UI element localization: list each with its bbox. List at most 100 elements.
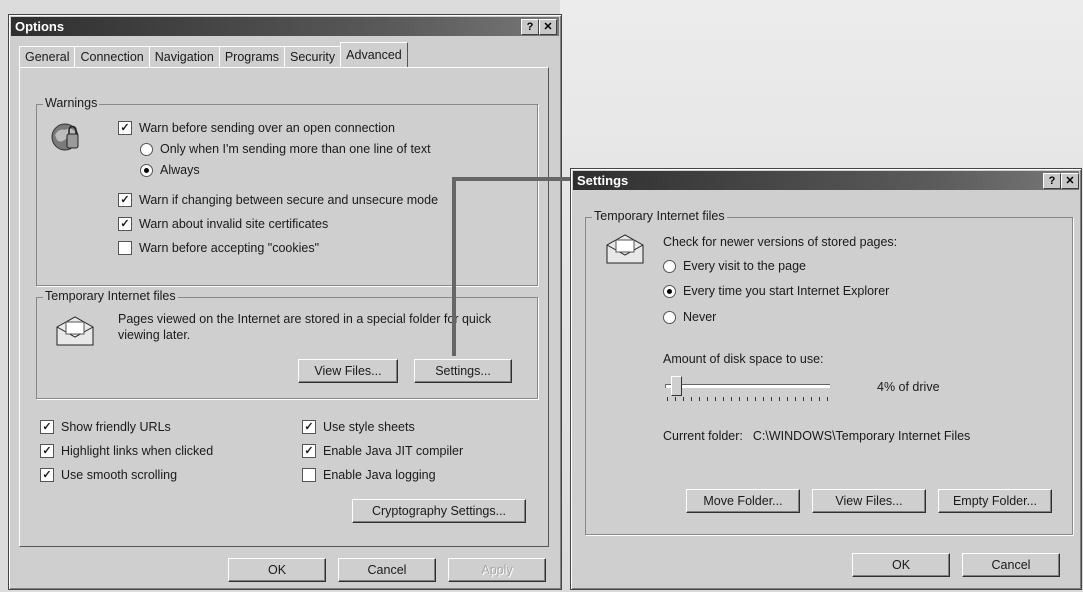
move-folder-button[interactable]: Move Folder... [686, 489, 800, 513]
friendly-urls-checkbox[interactable]: ✓ Show friendly URLs [40, 420, 171, 434]
checkbox[interactable]: ✓ [40, 444, 54, 458]
options-cancel-button[interactable]: Cancel [338, 558, 436, 582]
never-radio[interactable]: Never [663, 310, 716, 324]
help-icon[interactable]: ? [521, 19, 539, 35]
checkbox[interactable]: ✓ [40, 420, 54, 434]
settings-cancel-button[interactable]: Cancel [962, 553, 1060, 577]
radio[interactable] [140, 142, 153, 156]
disk-space-value: 4% of drive [877, 380, 940, 394]
radio[interactable] [663, 310, 676, 324]
always-label: Always [160, 163, 200, 177]
security-warning-icon [51, 123, 79, 151]
radio[interactable] [663, 284, 676, 298]
settings-view-files-button[interactable]: View Files... [812, 489, 926, 513]
folder-icon [606, 234, 644, 264]
disk-space-text: Amount of disk space to use: [663, 352, 824, 366]
options-cancel-label: Cancel [367, 563, 407, 577]
temp-files-description: Pages viewed on the Internet are stored … [118, 311, 528, 343]
close-icon[interactable]: ✕ [539, 19, 557, 35]
every-visit-radio[interactable]: Every visit to the page [663, 259, 806, 273]
empty-folder-button[interactable]: Empty Folder... [938, 489, 1052, 513]
never-label: Never [683, 310, 717, 324]
checkbox[interactable] [302, 468, 316, 482]
style-sheets-label: Use style sheets [323, 420, 415, 434]
every-visit-label: Every visit to the page [683, 259, 806, 273]
cryptography-settings-label: Cryptography Settings... [371, 504, 507, 518]
tab-programs[interactable]: Programs [218, 46, 285, 67]
view-files-button[interactable]: View Files... [298, 359, 398, 383]
settings-group-label: Temporary Internet files [592, 209, 727, 223]
radio[interactable] [663, 259, 676, 273]
java-jit-checkbox[interactable]: ✓ Enable Java JIT compiler [302, 444, 463, 458]
disk-space-track [665, 384, 830, 388]
disk-space-slider[interactable] [671, 376, 683, 396]
settings-dialog: Settings ? ✕ Temporary Internet files Ch… [570, 168, 1082, 590]
settings-button[interactable]: Settings... [414, 359, 512, 383]
settings-view-files-label: View Files... [835, 494, 903, 508]
disk-space-label: Amount of disk space to use: [663, 352, 824, 366]
tab-advanced[interactable]: Advanced [340, 42, 408, 67]
checkbox[interactable]: ✓ [40, 468, 54, 482]
warn-cookies-checkbox[interactable]: Warn before accepting "cookies" [118, 241, 319, 255]
settings-title: Settings [577, 173, 629, 188]
settings-temp-files-group: Temporary Internet files [585, 209, 1073, 535]
tab-security[interactable]: Security [284, 46, 342, 67]
style-sheets-checkbox[interactable]: ✓ Use style sheets [302, 420, 415, 434]
radio[interactable] [140, 163, 153, 177]
close-icon[interactable]: ✕ [1061, 173, 1079, 189]
view-files-label: View Files... [314, 364, 382, 378]
settings-ok-label: OK [891, 558, 911, 572]
smooth-scrolling-checkbox[interactable]: ✓ Use smooth scrolling [40, 468, 177, 482]
checkbox[interactable]: ✓ [118, 217, 132, 231]
settings-cancel-label: Cancel [991, 558, 1031, 572]
check-newer-text: Check for newer versions of stored pages… [663, 235, 898, 249]
empty-folder-label: Empty Folder... [952, 494, 1038, 508]
java-logging-checkbox[interactable]: Enable Java logging [302, 468, 436, 482]
tab-navigation[interactable]: Navigation [148, 46, 220, 67]
options-titlebar: Options ? ✕ [11, 17, 559, 36]
checkbox[interactable]: ✓ [302, 420, 316, 434]
settings-ok-button[interactable]: OK [852, 553, 950, 577]
checkbox[interactable]: ✓ [302, 444, 316, 458]
current-folder-row: Current folder: C:\WINDOWS\Temporary Int… [663, 429, 970, 443]
only-one-line-radio[interactable]: Only when I'm sending more than one line… [140, 142, 431, 156]
highlight-links-checkbox[interactable]: ✓ Highlight links when clicked [40, 444, 213, 458]
disk-space-ticks [667, 397, 829, 401]
java-logging-label: Enable Java logging [323, 468, 436, 482]
warn-secure-change-checkbox[interactable]: ✓ Warn if changing between secure and un… [118, 193, 438, 207]
current-folder-path: C:\WINDOWS\Temporary Internet Files [752, 429, 971, 443]
always-radio[interactable]: Always [140, 163, 200, 177]
temp-files-description-text: Pages viewed on the Internet are stored … [118, 312, 492, 342]
every-time-label: Every time you start Internet Explorer [683, 284, 890, 298]
highlight-links-label: Highlight links when clicked [61, 444, 214, 458]
warn-invalid-certs-label: Warn about invalid site certificates [139, 217, 329, 231]
warn-invalid-certs-checkbox[interactable]: ✓ Warn about invalid site certificates [118, 217, 328, 231]
settings-label: Settings... [435, 364, 491, 378]
warn-open-connection-checkbox[interactable]: ✓ Warn before sending over an open conne… [118, 121, 395, 135]
callout-connector-vertical [452, 178, 456, 356]
settings-titlebar: Settings ? ✕ [573, 171, 1079, 190]
options-apply-button[interactable]: Apply [448, 558, 546, 582]
folder-icon [56, 316, 94, 346]
friendly-urls-label: Show friendly URLs [61, 420, 171, 434]
cryptography-settings-button[interactable]: Cryptography Settings... [352, 499, 526, 523]
disk-space-value-text: 4% of drive [877, 380, 940, 394]
every-time-radio[interactable]: Every time you start Internet Explorer [663, 284, 889, 298]
checkbox[interactable] [118, 241, 132, 255]
callout-connector-horizontal [452, 177, 570, 181]
tab-connection[interactable]: Connection [74, 46, 150, 67]
checkbox[interactable]: ✓ [118, 193, 132, 207]
checkbox[interactable]: ✓ [118, 121, 132, 135]
warn-open-connection-label: Warn before sending over an open connect… [139, 121, 395, 135]
check-newer-label: Check for newer versions of stored pages… [663, 235, 897, 249]
help-icon[interactable]: ? [1043, 173, 1061, 189]
options-ok-button[interactable]: OK [228, 558, 326, 582]
warn-secure-change-label: Warn if changing between secure and unse… [139, 193, 439, 207]
options-ok-label: OK [267, 563, 287, 577]
tab-general[interactable]: General [19, 46, 76, 67]
options-apply-label: Apply [481, 563, 513, 577]
options-dialog: Options ? ✕ General Connection Navigatio… [8, 14, 562, 590]
temp-files-label: Temporary Internet files [43, 289, 178, 303]
options-title: Options [15, 19, 65, 34]
smooth-scrolling-label: Use smooth scrolling [61, 468, 178, 482]
